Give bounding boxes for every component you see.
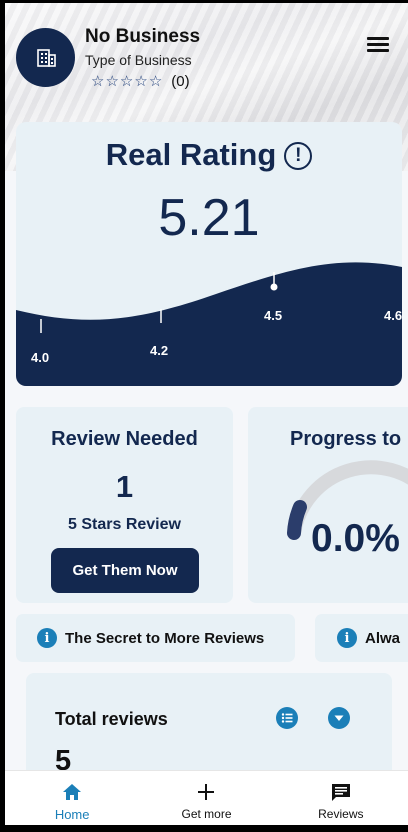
nav-label: Home (54, 807, 90, 822)
info-icon: i (37, 628, 57, 648)
star-outline-icon: ☆ (91, 73, 105, 90)
nav-home[interactable]: Home (5, 771, 139, 825)
progress-value: 0.0% (311, 517, 400, 560)
nav-label: Reviews (318, 807, 364, 821)
review-needed-subtitle: 5 Stars Review (68, 516, 181, 533)
hamburger-menu-icon[interactable] (367, 37, 389, 55)
scale-tick-label: 4.0 (31, 350, 49, 365)
tip-label: Alwa (365, 629, 401, 647)
progress-gauge (287, 460, 408, 540)
star-outline-icon: ☆ (105, 73, 119, 90)
plus-icon (194, 781, 218, 803)
chevron-down-icon[interactable] (328, 707, 350, 729)
scale-tick-label: 4.6 (384, 308, 402, 323)
list-icon[interactable] (276, 707, 298, 729)
rating-scale-labels: 4.0 4.2 4.5 4.6 (31, 308, 402, 365)
business-avatar[interactable] (16, 28, 75, 87)
nav-label: Get more (181, 807, 232, 821)
review-count: (0) (171, 73, 190, 90)
scale-tick-label: 4.2 (150, 343, 168, 358)
progress-card: Progress to 0.0% (248, 407, 408, 603)
review-needed-card: Review Needed 1 5 Stars Review Get Them … (16, 407, 233, 603)
building-icon (36, 48, 56, 67)
review-needed-count: 1 (115, 469, 134, 504)
business-name: No Business (85, 26, 201, 47)
tip-secret-more-reviews[interactable]: i The Secret to More Reviews (16, 614, 295, 662)
total-reviews-title: Total reviews (55, 709, 168, 729)
nav-reviews[interactable]: Reviews (274, 771, 408, 825)
star-outline-icon: ☆ (119, 73, 134, 90)
business-type: Type of Business (85, 52, 192, 68)
review-needed-title: Review Needed (51, 428, 198, 450)
real-rating-card: Real Rating! 5.21 4.0 4.2 4.5 4.6 (16, 122, 402, 386)
scale-tick-label: 4.5 (264, 308, 282, 323)
app-screen: No Business Type of Business ☆ ☆ ☆ ☆ ☆ (… (5, 3, 408, 825)
info-icon: i (337, 628, 357, 648)
star-outline-icon: ☆ (148, 73, 163, 90)
star-outline-icon: ☆ (134, 73, 148, 90)
nav-get-more[interactable]: Get more (139, 771, 273, 825)
tip-label: The Secret to More Reviews (65, 629, 265, 647)
get-them-now-button[interactable]: Get Them Now (51, 548, 199, 593)
bottom-navigation: Home Get more Reviews (5, 770, 408, 825)
tip-always[interactable]: i Alwa (315, 614, 408, 662)
reviews-icon (329, 781, 353, 803)
home-icon (60, 781, 84, 803)
star-rating: ☆ ☆ ☆ ☆ ☆ (0) (91, 73, 190, 90)
